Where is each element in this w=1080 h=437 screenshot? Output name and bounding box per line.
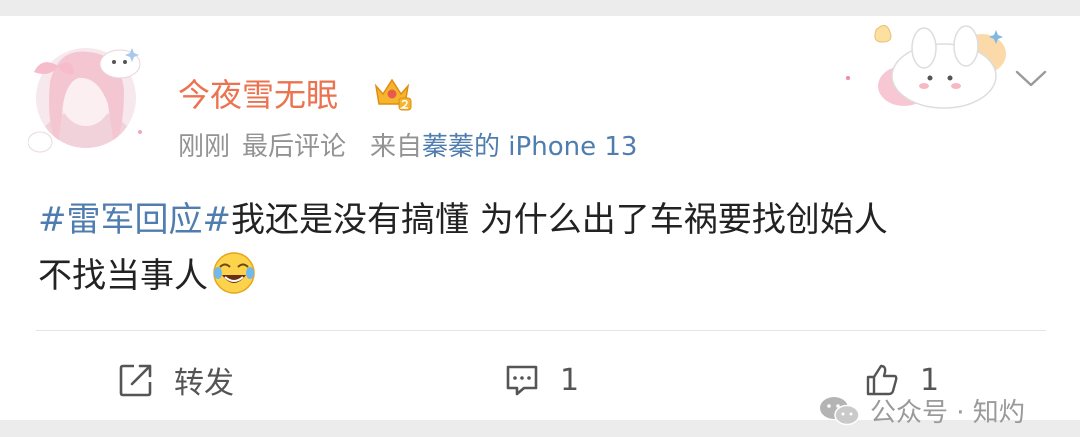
post-content: #雷军回应#我还是没有搞懂 为什么出了车祸要找创始人 不找当事人 bbox=[38, 192, 1038, 304]
chevron-down-icon[interactable] bbox=[1014, 68, 1048, 90]
author-name[interactable]: 今夜雪无眠 bbox=[178, 70, 338, 116]
weibo-post-card: 今夜雪无眠 刚刚 最后评论 来自蓁蓁的 iPhone 13 #雷军回应#我还是没有搞… bbox=[0, 16, 1080, 428]
source-prefix: 来自 bbox=[370, 132, 423, 162]
wechat-icon bbox=[820, 396, 860, 425]
post-meta: 刚刚 最后评论 来自蓁蓁的 iPhone 13 bbox=[178, 126, 637, 163]
comment-count: 1 bbox=[560, 362, 580, 398]
decorative-sticker bbox=[846, 25, 1006, 109]
repost-label: 转发 bbox=[174, 366, 234, 401]
post-text-line-2: 不找当事人 bbox=[38, 256, 208, 296]
crown-badge-icon[interactable] bbox=[372, 72, 412, 112]
source-device-link[interactable]: 蓁蓁的 iPhone 13 bbox=[422, 132, 637, 162]
repost-button[interactable]: 转发 bbox=[118, 360, 234, 401]
post-status: 最后评论 bbox=[242, 132, 347, 162]
watermark-text: 公众号 · 知灼 bbox=[870, 398, 1025, 428]
watermark: 公众号 · 知灼 bbox=[818, 392, 1025, 429]
post-text-line-1: 我还是没有搞懂 为什么出了车祸要找创始人 bbox=[230, 200, 888, 240]
laugh-cry-emoji bbox=[213, 252, 255, 294]
share-icon bbox=[119, 364, 152, 397]
avatar[interactable] bbox=[28, 34, 148, 154]
comment-icon bbox=[506, 365, 538, 396]
topic-hashtag[interactable]: #雷军回应# bbox=[38, 200, 231, 240]
comment-button[interactable]: 1 bbox=[504, 360, 579, 400]
divider bbox=[36, 330, 1046, 331]
post-time: 刚刚 bbox=[178, 132, 231, 162]
